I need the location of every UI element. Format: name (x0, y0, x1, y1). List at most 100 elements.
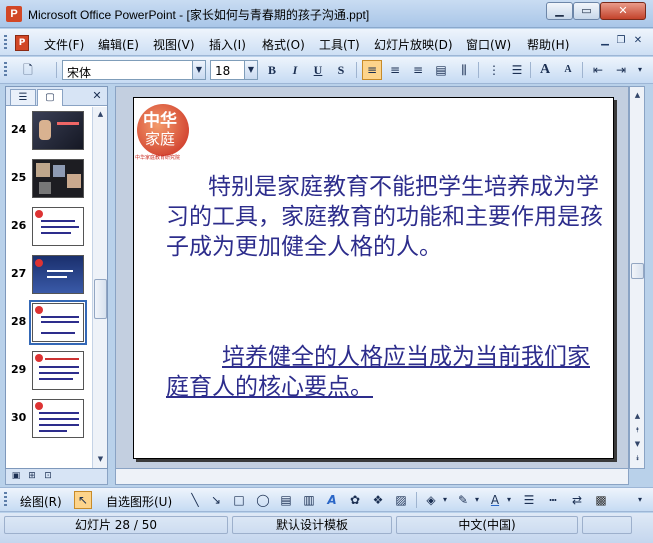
menu-format[interactable]: 格式(O) (262, 36, 305, 53)
numbering-icon[interactable]: ⋮ (484, 60, 504, 80)
slide-thumbnail[interactable] (32, 351, 84, 390)
autoshapes-menu-button[interactable]: 自选图形(U) (106, 493, 172, 510)
scroll-down-icon[interactable]: ▲ (631, 409, 644, 423)
diagram-icon[interactable]: ✿ (346, 491, 364, 509)
clipart-icon[interactable]: ❖ (369, 491, 387, 509)
slide-thumbnail-item[interactable]: 25 (6, 157, 92, 203)
toolbar-options-icon[interactable]: ▾ (633, 491, 647, 509)
slideshow-view-icon[interactable]: ⊡ (41, 470, 55, 483)
increase-font-button[interactable]: A (535, 60, 555, 80)
bullets-icon[interactable]: ☰ (507, 60, 527, 80)
tab-outline[interactable]: ☰ (10, 89, 36, 105)
align-left-button[interactable]: ≡ (362, 60, 382, 80)
menu-view[interactable]: 视图(V) (153, 36, 195, 53)
slide-sorter-icon[interactable]: ⊞ (25, 470, 39, 483)
rectangle-tool-icon[interactable]: □ (230, 491, 248, 509)
chevron-down-icon[interactable]: ▾ (472, 491, 482, 509)
menu-file[interactable]: 文件(F) (44, 36, 84, 53)
thumbnails-scrollbar[interactable]: ▲ ▼ (92, 107, 107, 468)
arrow-style-icon[interactable]: ⇄ (568, 491, 586, 509)
font-name-select[interactable]: 宋体 ▼ (62, 60, 206, 80)
slide-thumbnail-item[interactable]: 26 (6, 205, 92, 251)
slide-scrollbar[interactable]: ▲ ▲ ⯭ ▼ ⯯ (629, 86, 645, 469)
scroll-up-icon[interactable]: ▲ (94, 107, 107, 121)
slide-thumbnail[interactable] (32, 159, 84, 198)
doc-minimize-icon[interactable]: ▁ (598, 34, 612, 48)
slide-paragraph[interactable]: 培养健全的人格应当成为当前我们家庭育人的核心要点。 (166, 342, 606, 402)
scroll-up-icon[interactable]: ▲ (631, 88, 644, 102)
italic-button[interactable]: I (285, 60, 305, 80)
wordart-icon[interactable]: A (323, 491, 341, 509)
menu-grip-handle[interactable] (4, 35, 7, 51)
normal-view-icon[interactable]: ▣ (9, 470, 23, 483)
next-slide-icon[interactable]: ⯯ (631, 451, 644, 465)
align-center-button[interactable]: ≡ (385, 60, 405, 80)
scrollbar-thumb[interactable] (94, 279, 107, 319)
slide-thumbnail-item[interactable]: 30 (6, 397, 92, 443)
slide-thumbnail[interactable] (32, 207, 84, 246)
toolbar-options-icon[interactable]: ▾ (633, 60, 647, 80)
select-pointer-icon[interactable]: ↖ (74, 491, 92, 509)
justify-button[interactable]: ▤ (431, 60, 451, 80)
shadow-button[interactable]: S (331, 60, 351, 80)
font-size-select[interactable]: 18 ▼ (210, 60, 258, 80)
chevron-down-icon[interactable]: ▼ (192, 61, 205, 79)
powerpoint-app-icon[interactable]: P (6, 6, 22, 22)
slide-thumbnail[interactable] (32, 255, 84, 294)
slide-thumbnail-item[interactable]: 24 (6, 109, 92, 155)
new-document-icon[interactable]: 🗋 (18, 60, 38, 80)
close-button[interactable]: ✕ (600, 2, 646, 20)
increase-indent-icon[interactable]: ⇥ (611, 60, 631, 80)
shadow-style-icon[interactable]: ▩ (592, 491, 610, 509)
slide-thumbnail[interactable] (29, 300, 87, 345)
close-icon[interactable]: ✕ (90, 89, 104, 103)
chevron-down-icon[interactable]: ▾ (440, 491, 450, 509)
menu-window[interactable]: 窗口(W) (466, 36, 511, 53)
align-right-button[interactable]: ≡ (408, 60, 428, 80)
vertical-textbox-icon[interactable]: ▥ (300, 491, 318, 509)
draw-menu-button[interactable]: 绘图(R) (20, 493, 62, 510)
minimize-button[interactable]: ▁ (546, 2, 573, 20)
textbox-tool-icon[interactable]: ▤ (277, 491, 295, 509)
picture-icon[interactable]: ▨ (392, 491, 410, 509)
tab-slides[interactable]: ▢ (37, 89, 63, 106)
slide-paragraph[interactable]: 特别是家庭教育不能把学生培养成为学习的工具，家庭教育的功能和主要作用是孩子成为更… (166, 172, 606, 262)
menu-insert[interactable]: 插入(I) (209, 36, 246, 53)
arrow-tool-icon[interactable]: ↘ (207, 491, 225, 509)
columns-button[interactable]: ⫼ (454, 60, 474, 80)
slide-thumbnail-item[interactable]: 27 (6, 253, 92, 299)
scrollbar-thumb[interactable] (631, 263, 644, 279)
chevron-down-icon[interactable]: ▼ (244, 61, 257, 79)
toolbar-grip-handle[interactable] (4, 492, 7, 508)
scroll-down-icon[interactable]: ▼ (94, 452, 107, 466)
underline-button[interactable]: U (308, 60, 328, 80)
menu-slideshow[interactable]: 幻灯片放映(D) (374, 36, 453, 53)
menu-help[interactable]: 帮助(H) (527, 36, 569, 53)
slide-thumbnail-item[interactable]: 28 (6, 300, 92, 347)
fill-color-icon[interactable]: ◈ (422, 491, 440, 509)
toolbar-grip-handle[interactable] (4, 62, 7, 78)
next-slide-icon[interactable]: ▼ (631, 437, 644, 451)
slide-thumbnail[interactable] (32, 111, 84, 150)
chevron-down-icon[interactable]: ▾ (504, 491, 514, 509)
menu-tools[interactable]: 工具(T) (319, 36, 360, 53)
doc-close-icon[interactable]: ✕ (631, 34, 645, 48)
decrease-indent-icon[interactable]: ⇤ (588, 60, 608, 80)
current-slide[interactable]: 中华 家庭 中华家庭教育研究院 特别是家庭教育不能把学生培养成为学习的工具，家庭… (133, 97, 614, 459)
line-color-icon[interactable]: ✎ (454, 491, 472, 509)
line-style-icon[interactable]: ☰ (520, 491, 538, 509)
dash-style-icon[interactable]: ┅ (544, 491, 562, 509)
horizontal-scrollbar[interactable] (115, 469, 629, 485)
maximize-button[interactable]: ▭ (573, 2, 600, 20)
bold-button[interactable]: B (262, 60, 282, 80)
font-color-icon[interactable]: A (486, 491, 504, 509)
slide-thumbnail-item[interactable]: 29 (6, 349, 92, 395)
line-tool-icon[interactable]: ╲ (186, 491, 204, 509)
oval-tool-icon[interactable]: ◯ (254, 491, 272, 509)
decrease-font-button[interactable]: A (558, 60, 578, 80)
menu-edit[interactable]: 编辑(E) (98, 36, 139, 53)
slide-thumbnail[interactable] (32, 399, 84, 438)
document-icon[interactable]: P (15, 35, 29, 51)
doc-restore-icon[interactable]: ❐ (614, 34, 628, 48)
previous-slide-icon[interactable]: ⯭ (631, 423, 644, 437)
